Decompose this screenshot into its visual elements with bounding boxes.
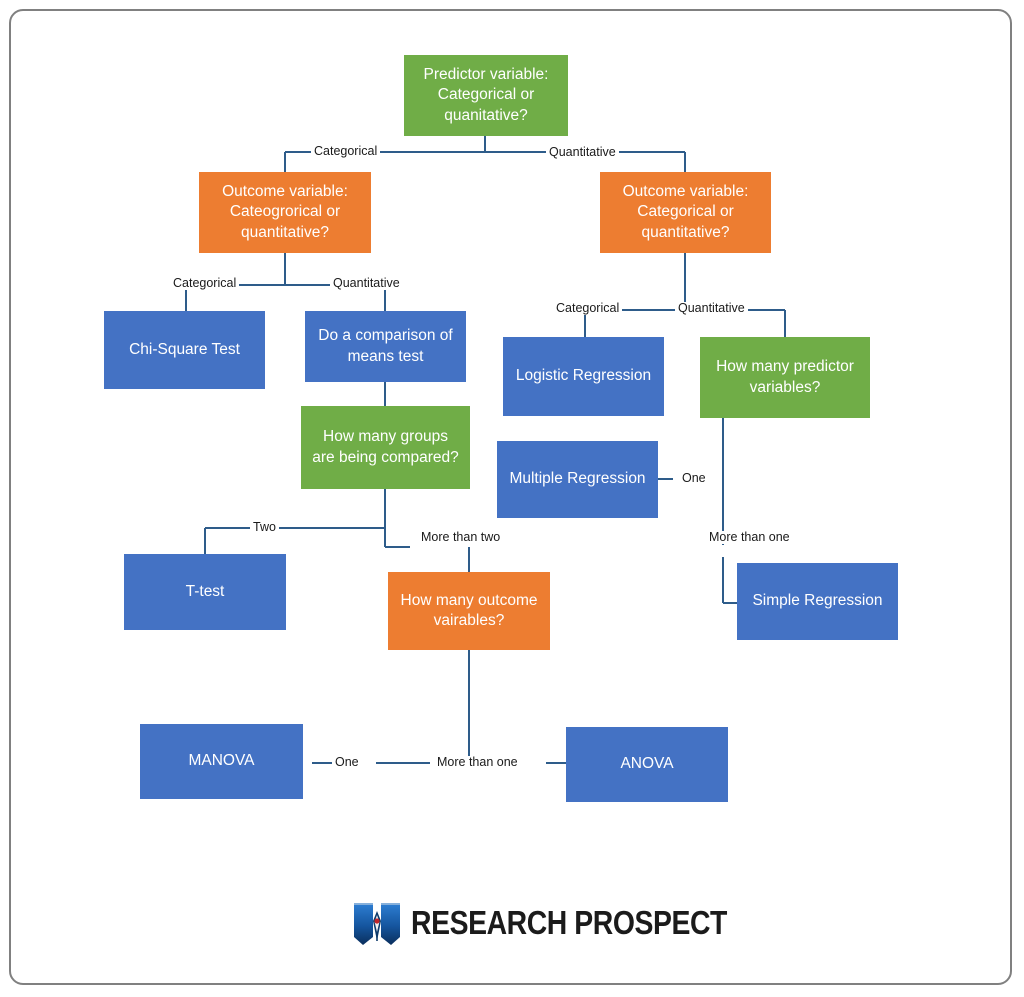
open-book-pen-icon (354, 903, 400, 945)
edge-label-groups-more-than-two: More than two (418, 531, 504, 544)
node-label: Multiple Regression (509, 470, 646, 488)
edge-label-root-categorical: Categorical (311, 145, 381, 158)
edge-label-left-categorical: Categorical (170, 277, 240, 290)
flowchart-page: Predictor variable: Categorical or quani… (0, 0, 1024, 997)
node-label: ANOVA (620, 755, 674, 773)
node-t-test[interactable]: T-test (124, 554, 286, 630)
edge-label-outcomes-one: One (332, 756, 362, 769)
node-label: How many outcome vairables? (400, 591, 538, 629)
node-how-many-groups[interactable]: How many groups are being compared? (301, 406, 470, 489)
node-outcome-variable-left[interactable]: Outcome variable: Cateogrorical or quant… (199, 172, 371, 253)
node-comparison-of-means[interactable]: Do a comparison of means test (305, 311, 466, 382)
node-label: Predictor variable: Categorical or quani… (423, 65, 549, 124)
node-label: T-test (185, 582, 225, 600)
node-label: Chi-Square Test (129, 340, 240, 358)
node-label: Outcome variable: Cateogrorical or quant… (222, 182, 348, 241)
edge-label-predictors-one: One (679, 472, 709, 485)
node-how-many-predictors[interactable]: How many predictor variables? (700, 337, 870, 418)
node-manova[interactable]: MANOVA (140, 724, 303, 799)
node-how-many-outcomes[interactable]: How many outcome vairables? (388, 572, 550, 650)
edge-label-groups-two: Two (250, 521, 279, 534)
node-label: Do a comparison of means test (318, 327, 453, 365)
node-label: Outcome variable: Categorical or quantit… (622, 182, 749, 241)
edge-label-outcomes-more-than-one: More than one (434, 756, 521, 769)
edge-label-predictors-more-than-one: More than one (706, 531, 793, 544)
logo-brand-text: RESEARCH PROSPECT (411, 904, 727, 941)
node-label: How many predictor variables? (716, 358, 854, 396)
node-predictor-variable[interactable]: Predictor variable: Categorical or quani… (404, 55, 568, 136)
edge-label-right-categorical: Categorical (553, 302, 623, 315)
edge-label-root-quantitative: Quantitative (546, 146, 619, 159)
research-prospect-logo: RESEARCH PROSPECT (352, 897, 727, 949)
node-outcome-variable-right[interactable]: Outcome variable: Categorical or quantit… (600, 172, 771, 253)
node-multiple-regression[interactable]: Multiple Regression (497, 441, 658, 518)
node-label: Simple Regression (752, 592, 883, 610)
node-label: Logistic Regression (515, 367, 652, 385)
node-label: How many groups are being compared? (312, 428, 459, 466)
node-chi-square-test[interactable]: Chi-Square Test (104, 311, 265, 389)
edge-label-left-quantitative: Quantitative (330, 277, 403, 290)
node-logistic-regression[interactable]: Logistic Regression (503, 337, 664, 416)
node-anova[interactable]: ANOVA (566, 727, 728, 802)
edge-label-right-quantitative: Quantitative (675, 302, 748, 315)
node-label: MANOVA (188, 752, 255, 770)
node-simple-regression[interactable]: Simple Regression (737, 563, 898, 640)
